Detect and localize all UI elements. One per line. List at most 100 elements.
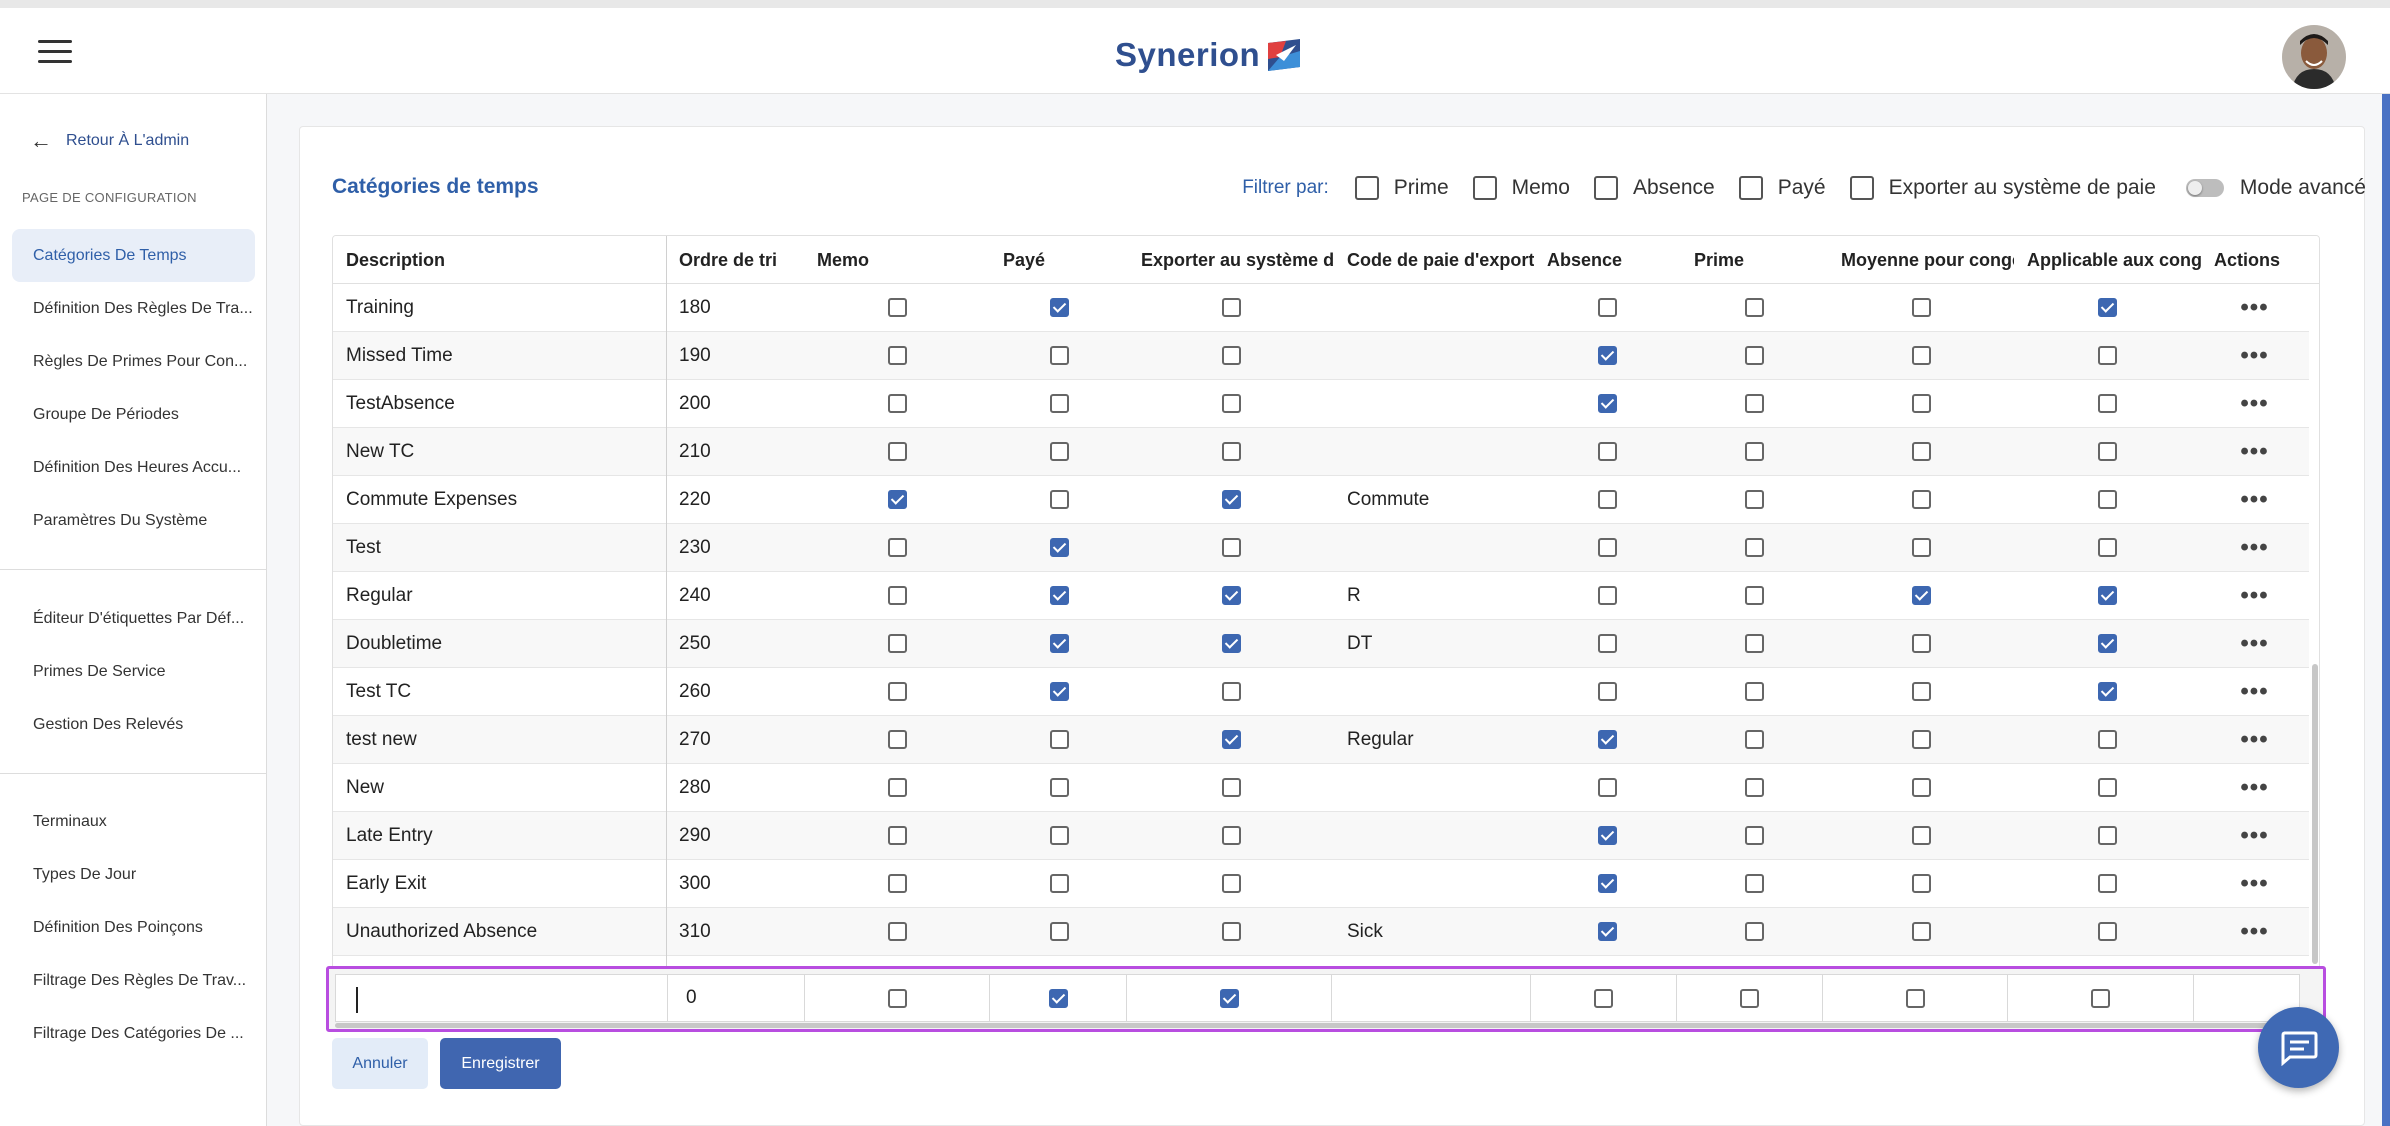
new-description-input[interactable] <box>336 975 667 1021</box>
filter-absence[interactable]: Absence <box>1593 176 1715 200</box>
table-row[interactable]: Unauthorized Absence 310 Sick ••• <box>333 908 2309 956</box>
applicable-checkbox[interactable] <box>2098 586 2117 605</box>
applicable-checkbox[interactable] <box>2098 490 2117 509</box>
applicable-checkbox[interactable] <box>2098 682 2117 701</box>
filter-memo[interactable]: Memo <box>1472 176 1570 200</box>
column-header[interactable]: Prime <box>1681 236 1828 284</box>
cancel-button[interactable]: Annuler <box>332 1038 428 1089</box>
table-row[interactable]: Commute Expenses 220 Commute ••• <box>333 476 2309 524</box>
user-avatar[interactable] <box>2282 25 2346 89</box>
applicable-checkbox[interactable] <box>2098 346 2117 365</box>
paye-checkbox[interactable] <box>1049 346 1069 365</box>
moyenne-checkbox[interactable] <box>1911 874 1931 893</box>
prime-checkbox[interactable] <box>1745 442 1764 461</box>
prime-checkbox[interactable] <box>1745 298 1764 317</box>
new-absence-checkbox[interactable] <box>1594 988 1613 1008</box>
absence-checkbox[interactable] <box>1598 826 1617 845</box>
applicable-checkbox[interactable] <box>2098 874 2117 893</box>
more-horizontal-icon[interactable]: ••• <box>2240 631 2268 656</box>
export-checkbox[interactable] <box>1221 922 1241 941</box>
new-moyenne-checkbox[interactable] <box>1905 988 1925 1008</box>
paye-checkbox[interactable] <box>1049 298 1069 317</box>
sidebar-item-terminals[interactable]: Terminaux <box>12 795 255 848</box>
export-checkbox[interactable] <box>1221 634 1241 653</box>
column-header[interactable]: Actions <box>2201 236 2308 284</box>
table-row[interactable]: New TC 210 ••• <box>333 428 2309 476</box>
paye-checkbox[interactable] <box>1049 394 1069 413</box>
table-row[interactable]: Late Entry 290 ••• <box>333 812 2309 860</box>
applicable-checkbox[interactable] <box>2098 394 2117 413</box>
sidebar-item-work-rule-filtering[interactable]: Filtrage Des Règles De Trav... <box>12 954 255 1007</box>
more-horizontal-icon[interactable]: ••• <box>2240 919 2268 944</box>
paye-checkbox[interactable] <box>1049 586 1069 605</box>
prime-checkbox[interactable] <box>1745 490 1764 509</box>
more-horizontal-icon[interactable]: ••• <box>2240 823 2268 848</box>
prime-checkbox[interactable] <box>1745 826 1764 845</box>
memo-checkbox[interactable] <box>887 874 907 893</box>
column-header[interactable]: Absence <box>1534 236 1681 284</box>
prime-checkbox[interactable] <box>1745 730 1764 749</box>
export-checkbox[interactable] <box>1221 826 1241 845</box>
applicable-checkbox[interactable] <box>2098 442 2117 461</box>
paye-checkbox[interactable] <box>1049 442 1069 461</box>
more-horizontal-icon[interactable]: ••• <box>2240 295 2268 320</box>
filter-export[interactable]: Exporter au système de paie <box>1849 176 2156 200</box>
more-horizontal-icon[interactable]: ••• <box>2240 775 2268 800</box>
paye-checkbox[interactable] <box>1049 490 1069 509</box>
applicable-checkbox[interactable] <box>2098 538 2117 557</box>
memo-checkbox[interactable] <box>887 922 907 941</box>
absence-checkbox[interactable] <box>1598 394 1617 413</box>
applicable-checkbox[interactable] <box>2098 922 2117 941</box>
table-row[interactable]: Training 180 ••• <box>333 284 2309 332</box>
more-horizontal-icon[interactable]: ••• <box>2240 487 2268 512</box>
vertical-scrollbar[interactable] <box>2309 284 2319 974</box>
sidebar-item-accrual-hours[interactable]: Définition Des Heures Accu... <box>12 441 255 494</box>
sidebar-item-statement-management[interactable]: Gestion Des Relevés <box>12 698 255 751</box>
more-horizontal-icon[interactable]: ••• <box>2240 439 2268 464</box>
new-paye-checkbox[interactable] <box>1048 988 1068 1008</box>
paye-checkbox[interactable] <box>1049 778 1069 797</box>
absence-checkbox[interactable] <box>1598 634 1617 653</box>
memo-checkbox[interactable] <box>887 490 907 509</box>
export-checkbox[interactable] <box>1221 682 1241 701</box>
absence-checkbox[interactable] <box>1598 298 1617 317</box>
moyenne-checkbox[interactable] <box>1911 346 1931 365</box>
column-header[interactable]: Payé <box>990 236 1128 284</box>
export-checkbox[interactable] <box>1221 874 1241 893</box>
paye-checkbox[interactable] <box>1049 826 1069 845</box>
new-pay-code-input[interactable] <box>1332 975 1530 1021</box>
prime-checkbox[interactable] <box>1745 634 1764 653</box>
absence-checkbox[interactable] <box>1598 874 1617 893</box>
export-checkbox[interactable] <box>1221 538 1241 557</box>
export-checkbox[interactable] <box>1221 298 1241 317</box>
export-checkbox[interactable] <box>1221 442 1241 461</box>
filter-prime[interactable]: Prime <box>1354 176 1449 200</box>
hamburger-menu-icon[interactable] <box>38 40 72 64</box>
table-row[interactable]: Doubletime 250 DT ••• <box>333 620 2309 668</box>
paye-checkbox[interactable] <box>1049 682 1069 701</box>
save-button[interactable]: Enregistrer <box>440 1038 561 1089</box>
sidebar-item-punch-definition[interactable]: Définition Des Poinçons <box>12 901 255 954</box>
memo-checkbox[interactable] <box>887 298 907 317</box>
memo-checkbox[interactable] <box>887 778 907 797</box>
moyenne-checkbox[interactable] <box>1911 682 1931 701</box>
moyenne-checkbox[interactable] <box>1911 826 1931 845</box>
absence-checkbox[interactable] <box>1598 490 1617 509</box>
table-row[interactable]: test new 270 Regular ••• <box>333 716 2309 764</box>
applicable-checkbox[interactable] <box>2098 634 2117 653</box>
sidebar-item-work-rules[interactable]: Définition Des Règles De Tra... <box>12 282 255 335</box>
memo-checkbox[interactable] <box>887 634 907 653</box>
sidebar-item-category-filtering[interactable]: Filtrage Des Catégories De ... <box>12 1007 255 1060</box>
moyenne-checkbox[interactable] <box>1911 730 1931 749</box>
absence-checkbox[interactable] <box>1598 442 1617 461</box>
memo-checkbox[interactable] <box>887 826 907 845</box>
export-checkbox[interactable] <box>1221 586 1241 605</box>
moyenne-checkbox[interactable] <box>1911 442 1931 461</box>
advanced-mode-toggle[interactable]: Mode avancé <box>2185 176 2366 200</box>
applicable-checkbox[interactable] <box>2098 826 2117 845</box>
synerion-logo[interactable]: Synerion <box>1115 30 1302 80</box>
column-header[interactable]: Applicable aux congés <box>2014 236 2201 284</box>
memo-checkbox[interactable] <box>887 730 907 749</box>
absence-checkbox[interactable] <box>1598 682 1617 701</box>
prime-checkbox[interactable] <box>1745 346 1764 365</box>
